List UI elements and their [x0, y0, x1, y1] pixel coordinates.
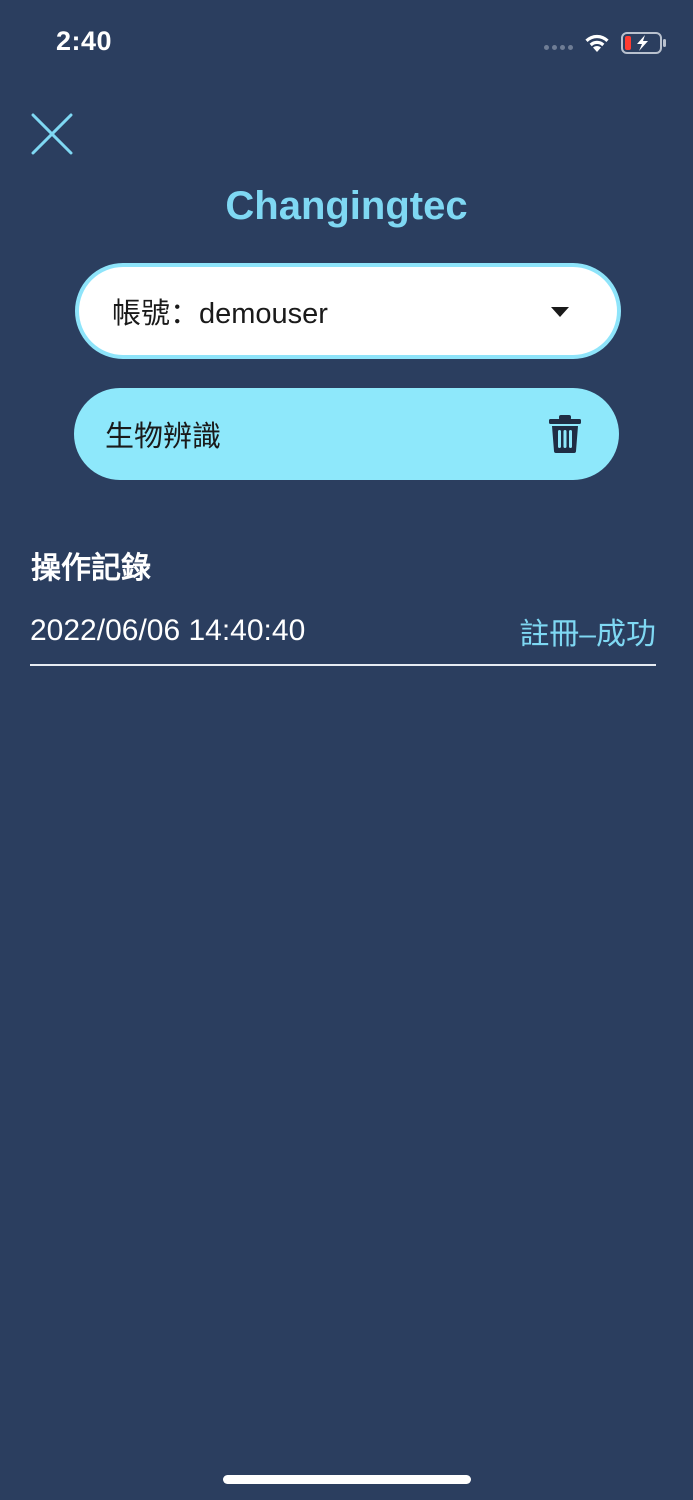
close-icon [31, 113, 73, 155]
status-time: 2:40 [56, 26, 113, 56]
biometric-label: 生物辨識 [105, 421, 222, 453]
page-title: Changingtec [225, 184, 468, 228]
wifi-icon [585, 34, 609, 52]
home-indicator[interactable] [223, 1475, 471, 1484]
log-entry-status: 註冊–成功 [519, 618, 656, 651]
delete-biometric-button[interactable] [545, 412, 585, 456]
close-button[interactable] [28, 110, 76, 158]
screen: 2:40 Changingtec 帳號：demouser 生物辨識 操作記錄 2… [0, 0, 693, 1500]
biometric-item: 生物辨識 [74, 388, 619, 480]
log-entry: 2022/06/06 14:40:40 註冊–成功 [30, 598, 656, 666]
log-list: 2022/06/06 14:40:40 註冊–成功 [30, 598, 656, 666]
log-entry-time: 2022/06/06 14:40:40 [30, 614, 306, 647]
cellular-signal-icon [544, 44, 573, 50]
chevron-down-icon [551, 307, 569, 317]
status-icons [544, 28, 667, 58]
log-heading: 操作記錄 [31, 552, 151, 585]
battery-charging-icon [621, 32, 666, 54]
trash-icon [549, 415, 581, 453]
account-dropdown[interactable]: 帳號：demouser [75, 263, 621, 359]
account-label: 帳號：demouser [112, 298, 328, 330]
